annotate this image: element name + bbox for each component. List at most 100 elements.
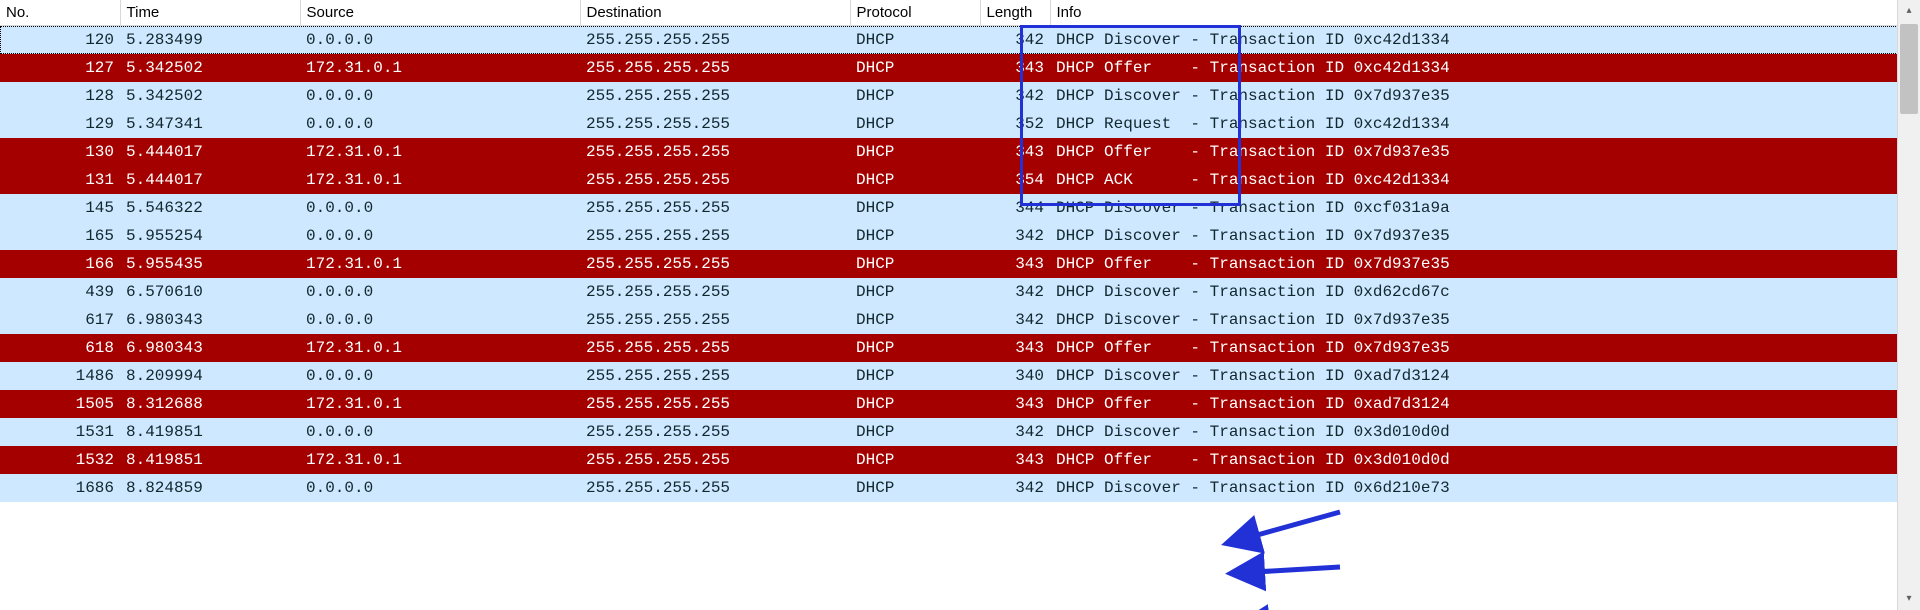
scroll-up-arrow-icon[interactable]: ▴ <box>1898 0 1920 22</box>
col-header-info[interactable]: Info <box>1050 0 1898 26</box>
table-row[interactable]: 16868.8248590.0.0.0255.255.255.255DHCP34… <box>0 474 1898 502</box>
cell-time: 5.444017 <box>120 138 300 166</box>
col-header-length[interactable]: Length <box>980 0 1050 26</box>
cell-length: 340 <box>980 362 1050 390</box>
cell-length: 342 <box>980 278 1050 306</box>
cell-info: DHCP Discover - Transaction ID 0x3d010d0… <box>1050 418 1898 446</box>
col-header-no[interactable]: No. <box>0 0 120 26</box>
scroll-down-arrow-icon[interactable]: ▾ <box>1898 588 1920 610</box>
table-row[interactable]: 6176.9803430.0.0.0255.255.255.255DHCP342… <box>0 306 1898 334</box>
cell-source: 0.0.0.0 <box>300 222 580 250</box>
cell-time: 5.444017 <box>120 166 300 194</box>
cell-destination: 255.255.255.255 <box>580 306 850 334</box>
cell-time: 8.419851 <box>120 446 300 474</box>
table-header-row[interactable]: No. Time Source Destination Protocol Len… <box>0 0 1898 26</box>
annotation-arrows <box>0 502 1920 610</box>
cell-no: 129 <box>0 110 120 138</box>
cell-no: 127 <box>0 54 120 82</box>
cell-no: 130 <box>0 138 120 166</box>
cell-protocol: DHCP <box>850 110 980 138</box>
cell-info: DHCP Discover - Transaction ID 0xd62cd67… <box>1050 278 1898 306</box>
cell-protocol: DHCP <box>850 194 980 222</box>
annotation-arrow <box>1250 512 1340 537</box>
cell-time: 5.955435 <box>120 250 300 278</box>
cell-time: 5.342502 <box>120 54 300 82</box>
cell-length: 343 <box>980 54 1050 82</box>
cell-destination: 255.255.255.255 <box>580 334 850 362</box>
cell-source: 172.31.0.1 <box>300 390 580 418</box>
scrollbar-thumb[interactable] <box>1900 24 1918 114</box>
col-header-destination[interactable]: Destination <box>580 0 850 26</box>
cell-source: 0.0.0.0 <box>300 474 580 502</box>
cell-info: DHCP Offer - Transaction ID 0xad7d3124 <box>1050 390 1898 418</box>
cell-protocol: DHCP <box>850 222 980 250</box>
cell-info: DHCP Discover - Transaction ID 0xcf031a9… <box>1050 194 1898 222</box>
cell-info: DHCP Offer - Transaction ID 0x3d010d0d <box>1050 446 1898 474</box>
cell-no: 1531 <box>0 418 120 446</box>
cell-length: 343 <box>980 138 1050 166</box>
cell-time: 6.980343 <box>120 306 300 334</box>
table-row[interactable]: 1275.342502172.31.0.1255.255.255.255DHCP… <box>0 54 1898 82</box>
cell-protocol: DHCP <box>850 362 980 390</box>
cell-source: 0.0.0.0 <box>300 418 580 446</box>
cell-protocol: DHCP <box>850 166 980 194</box>
cell-source: 0.0.0.0 <box>300 194 580 222</box>
cell-destination: 255.255.255.255 <box>580 362 850 390</box>
cell-time: 8.312688 <box>120 390 300 418</box>
cell-length: 343 <box>980 334 1050 362</box>
cell-destination: 255.255.255.255 <box>580 110 850 138</box>
table-row[interactable]: 4396.5706100.0.0.0255.255.255.255DHCP342… <box>0 278 1898 306</box>
cell-protocol: DHCP <box>850 54 980 82</box>
cell-destination: 255.255.255.255 <box>580 474 850 502</box>
cell-no: 165 <box>0 222 120 250</box>
cell-info: DHCP Offer - Transaction ID 0x7d937e35 <box>1050 334 1898 362</box>
cell-info: DHCP Request - Transaction ID 0xc42d1334 <box>1050 110 1898 138</box>
cell-destination: 255.255.255.255 <box>580 194 850 222</box>
table-row[interactable]: 15058.312688172.31.0.1255.255.255.255DHC… <box>0 390 1898 418</box>
table-row[interactable]: 6186.980343172.31.0.1255.255.255.255DHCP… <box>0 334 1898 362</box>
table-row[interactable]: 1665.955435172.31.0.1255.255.255.255DHCP… <box>0 250 1898 278</box>
table-row[interactable]: 15318.4198510.0.0.0255.255.255.255DHCP34… <box>0 418 1898 446</box>
cell-time: 8.824859 <box>120 474 300 502</box>
cell-length: 344 <box>980 194 1050 222</box>
cell-protocol: DHCP <box>850 278 980 306</box>
cell-length: 342 <box>980 306 1050 334</box>
cell-time: 5.342502 <box>120 82 300 110</box>
cell-info: DHCP Offer - Transaction ID 0xc42d1334 <box>1050 54 1898 82</box>
table-row[interactable]: 1205.2834990.0.0.0255.255.255.255DHCP342… <box>0 26 1898 55</box>
table-row[interactable]: 1305.444017172.31.0.1255.255.255.255DHCP… <box>0 138 1898 166</box>
packet-list-table[interactable]: No. Time Source Destination Protocol Len… <box>0 0 1898 502</box>
col-header-protocol[interactable]: Protocol <box>850 0 980 26</box>
cell-info: DHCP Offer - Transaction ID 0x7d937e35 <box>1050 138 1898 166</box>
cell-source: 172.31.0.1 <box>300 250 580 278</box>
cell-no: 128 <box>0 82 120 110</box>
cell-length: 343 <box>980 250 1050 278</box>
col-header-time[interactable]: Time <box>120 0 300 26</box>
table-row[interactable]: 1655.9552540.0.0.0255.255.255.255DHCP342… <box>0 222 1898 250</box>
cell-protocol: DHCP <box>850 334 980 362</box>
cell-length: 342 <box>980 82 1050 110</box>
vertical-scrollbar[interactable]: ▴ ▾ <box>1897 0 1920 610</box>
table-row[interactable]: 14868.2099940.0.0.0255.255.255.255DHCP34… <box>0 362 1898 390</box>
cell-no: 1532 <box>0 446 120 474</box>
annotation-arrow <box>1255 567 1340 572</box>
table-row[interactable]: 1315.444017172.31.0.1255.255.255.255DHCP… <box>0 166 1898 194</box>
cell-info: DHCP Discover - Transaction ID 0xad7d312… <box>1050 362 1898 390</box>
cell-info: DHCP ACK - Transaction ID 0xc42d1334 <box>1050 166 1898 194</box>
cell-info: DHCP Discover - Transaction ID 0x7d937e3… <box>1050 306 1898 334</box>
cell-no: 166 <box>0 250 120 278</box>
cell-no: 439 <box>0 278 120 306</box>
cell-time: 5.283499 <box>120 26 300 55</box>
table-row[interactable]: 15328.419851172.31.0.1255.255.255.255DHC… <box>0 446 1898 474</box>
table-row[interactable]: 1455.5463220.0.0.0255.255.255.255DHCP344… <box>0 194 1898 222</box>
table-row[interactable]: 1295.3473410.0.0.0255.255.255.255DHCP352… <box>0 110 1898 138</box>
cell-destination: 255.255.255.255 <box>580 278 850 306</box>
cell-no: 618 <box>0 334 120 362</box>
cell-no: 617 <box>0 306 120 334</box>
table-row[interactable]: 1285.3425020.0.0.0255.255.255.255DHCP342… <box>0 82 1898 110</box>
cell-source: 172.31.0.1 <box>300 54 580 82</box>
col-header-source[interactable]: Source <box>300 0 580 26</box>
cell-time: 8.419851 <box>120 418 300 446</box>
cell-time: 5.347341 <box>120 110 300 138</box>
cell-info: DHCP Discover - Transaction ID 0x6d210e7… <box>1050 474 1898 502</box>
